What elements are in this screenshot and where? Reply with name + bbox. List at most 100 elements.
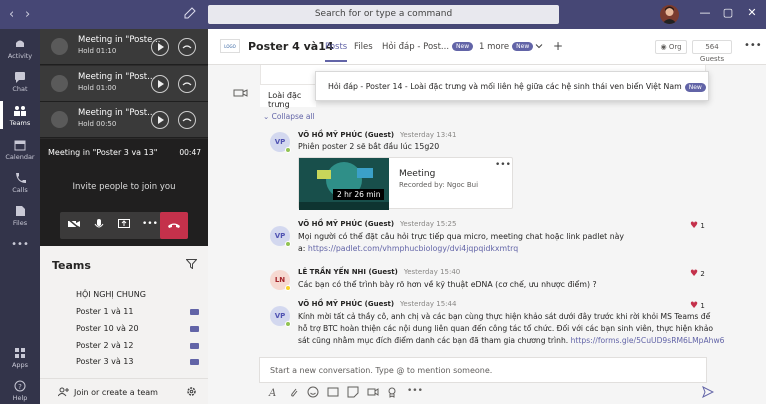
meeting-active-icon	[190, 326, 199, 332]
teams-icon	[14, 106, 26, 116]
resume-play-icon[interactable]	[151, 75, 169, 93]
sender-name: LÊ TRẦN YẾN NHI (Guest) Yesterday 15:40	[298, 268, 461, 276]
avatar: LN	[270, 270, 291, 291]
add-team-icon	[58, 387, 69, 397]
sender-name: VÕ HỒ MỸ PHÚC (Guest) Yesterday 13:41	[298, 131, 457, 139]
more-options-icon[interactable]: •••	[407, 386, 423, 398]
maximize-button[interactable]: ▢	[720, 6, 736, 19]
forward-button[interactable]: ›	[25, 7, 30, 22]
svg-text:?: ?	[18, 383, 22, 391]
group-avatar-icon	[51, 75, 68, 92]
hang-up-button[interactable]	[160, 212, 188, 239]
heart-icon: ♥	[690, 221, 699, 231]
rail-chat[interactable]: Chat	[0, 71, 40, 93]
reaction[interactable]: ♥ 1	[690, 221, 705, 231]
filter-icon[interactable]	[185, 259, 198, 271]
format-icon[interactable]: A	[268, 386, 280, 399]
conversation-feed: Loài đặc trưng Hỏi đáp - Poster 14 - Loà…	[208, 65, 766, 349]
gear-icon[interactable]	[186, 386, 197, 397]
team-item[interactable]: Poster 1 và 11	[76, 307, 133, 316]
transfer-call-icon[interactable]	[178, 75, 196, 93]
resume-play-icon[interactable]	[151, 111, 169, 129]
share-screen-icon[interactable]	[117, 219, 131, 231]
back-button[interactable]: ‹	[9, 7, 14, 22]
recording-thumbnail[interactable]: 2 hr 26 min	[299, 158, 389, 210]
recording-author: Recorded by: Ngoc Bui	[399, 181, 479, 189]
compose-box[interactable]: Start a new conversation. Type @ to ment…	[259, 357, 707, 383]
padlet-link[interactable]: https://padlet.com/vhmphucbiology/dvi4jq…	[308, 244, 518, 253]
title-bar: ‹ › Search for or type a command — ▢ ✕	[0, 0, 766, 29]
tab-more[interactable]: 1 more New	[479, 42, 534, 52]
guests-count[interactable]: 564 Guests	[692, 40, 732, 63]
more-options-icon[interactable]: •••	[142, 219, 158, 231]
search-input[interactable]: Search for or type a command	[208, 5, 559, 24]
avatar: VP	[270, 306, 291, 327]
apps-icon	[15, 348, 25, 358]
team-item[interactable]: Poster 10 và 20	[76, 324, 139, 333]
reaction[interactable]: ♥ 2	[690, 269, 705, 279]
rail-apps[interactable]: Apps	[0, 347, 40, 369]
more-options-icon[interactable]: •••	[495, 160, 511, 170]
avatar: VP	[270, 132, 291, 153]
add-tab-icon[interactable]: +	[553, 39, 563, 53]
camera-off-icon[interactable]	[67, 218, 81, 231]
emoji-icon[interactable]	[307, 386, 319, 398]
transfer-call-icon[interactable]	[178, 111, 196, 129]
join-team-button[interactable]: Join or create a team	[40, 378, 208, 404]
held-call[interactable]: Meeting in "Post... Hold 00:50	[40, 102, 208, 138]
sticker-icon[interactable]	[347, 386, 359, 398]
avatar: VP	[270, 226, 291, 247]
more-options-icon[interactable]: •••	[744, 40, 762, 51]
rail-calendar[interactable]: Calendar	[0, 139, 40, 161]
message-text: Kính mời tất cả thầy cô, anh chị và các …	[298, 312, 711, 321]
new-badge: New	[684, 82, 706, 92]
team-item[interactable]: Poster 3 và 13	[76, 357, 133, 366]
rail-help[interactable]: ? Help	[0, 380, 40, 402]
team-item[interactable]: Poster 2 và 12	[76, 341, 133, 350]
resume-play-icon[interactable]	[151, 38, 169, 56]
meeting-title: Meeting in "Poster 3 va 13"	[48, 148, 158, 157]
held-call[interactable]: Meeting in "Post... Hold 01:00	[40, 66, 208, 102]
transfer-call-icon[interactable]	[178, 38, 196, 56]
calendar-icon	[14, 140, 26, 151]
thread-title: Loài đặc trưng	[260, 85, 316, 109]
app-rail: Activity Chat Teams Calendar Calls Files…	[0, 29, 40, 404]
compose-icon[interactable]	[184, 7, 196, 21]
org-button[interactable]: ◉ Org	[655, 40, 687, 54]
team-item[interactable]: HỘI NGHỊ CHUNG	[76, 290, 146, 299]
tab-posts[interactable]: Posts	[325, 42, 348, 62]
team-logo: LOGO	[220, 39, 240, 53]
call-controls: •••	[60, 212, 188, 239]
timestamp: Yesterday 15:44	[400, 300, 457, 308]
rail-teams[interactable]: Teams	[0, 101, 40, 129]
rail-activity[interactable]: Activity	[0, 38, 40, 60]
chevron-down-icon: ⌄	[263, 112, 272, 121]
tab-hoi-dap[interactable]: Hỏi đáp - Post... New	[382, 42, 474, 52]
chat-icon	[15, 72, 25, 83]
close-button[interactable]: ✕	[744, 6, 760, 19]
attach-icon[interactable]	[288, 386, 300, 398]
meet-now-icon[interactable]	[367, 386, 379, 398]
meeting-camera-icon	[233, 87, 249, 99]
user-avatar[interactable]	[660, 5, 679, 24]
praise-icon[interactable]	[386, 386, 398, 398]
invite-prompt[interactable]: Invite people to join you	[40, 182, 208, 192]
gif-icon[interactable]	[327, 386, 339, 398]
meeting-timer: 00:47	[179, 148, 201, 157]
tab-files[interactable]: Files	[354, 42, 373, 52]
rail-calls[interactable]: Calls	[0, 172, 40, 194]
channel-header: LOGO Poster 4 và14 Posts Files Hỏi đáp -…	[208, 29, 766, 65]
collapse-all-link[interactable]: ⌄ Collapse all	[263, 112, 315, 121]
survey-link[interactable]: https://forms.gle/5CuUD9sRM6LMpAhw6	[571, 336, 725, 345]
minimize-button[interactable]: —	[697, 6, 713, 19]
message-text: Các bạn có thể trình bày rõ hơn về kỹ th…	[298, 280, 597, 289]
rail-files[interactable]: Files	[0, 205, 40, 227]
heart-icon: ♥	[690, 269, 699, 279]
reaction[interactable]: ♥ 1	[690, 301, 705, 311]
chevron-down-icon[interactable]	[535, 42, 543, 52]
more-icon[interactable]: •••	[0, 239, 40, 250]
send-icon[interactable]	[702, 385, 715, 399]
held-call[interactable]: Meeting in "Poste... Hold 01:10	[40, 29, 208, 65]
microphone-icon[interactable]	[92, 219, 106, 231]
recording-card[interactable]: 2 hr 26 min Meeting Recorded by: Ngoc Bu…	[298, 157, 513, 210]
